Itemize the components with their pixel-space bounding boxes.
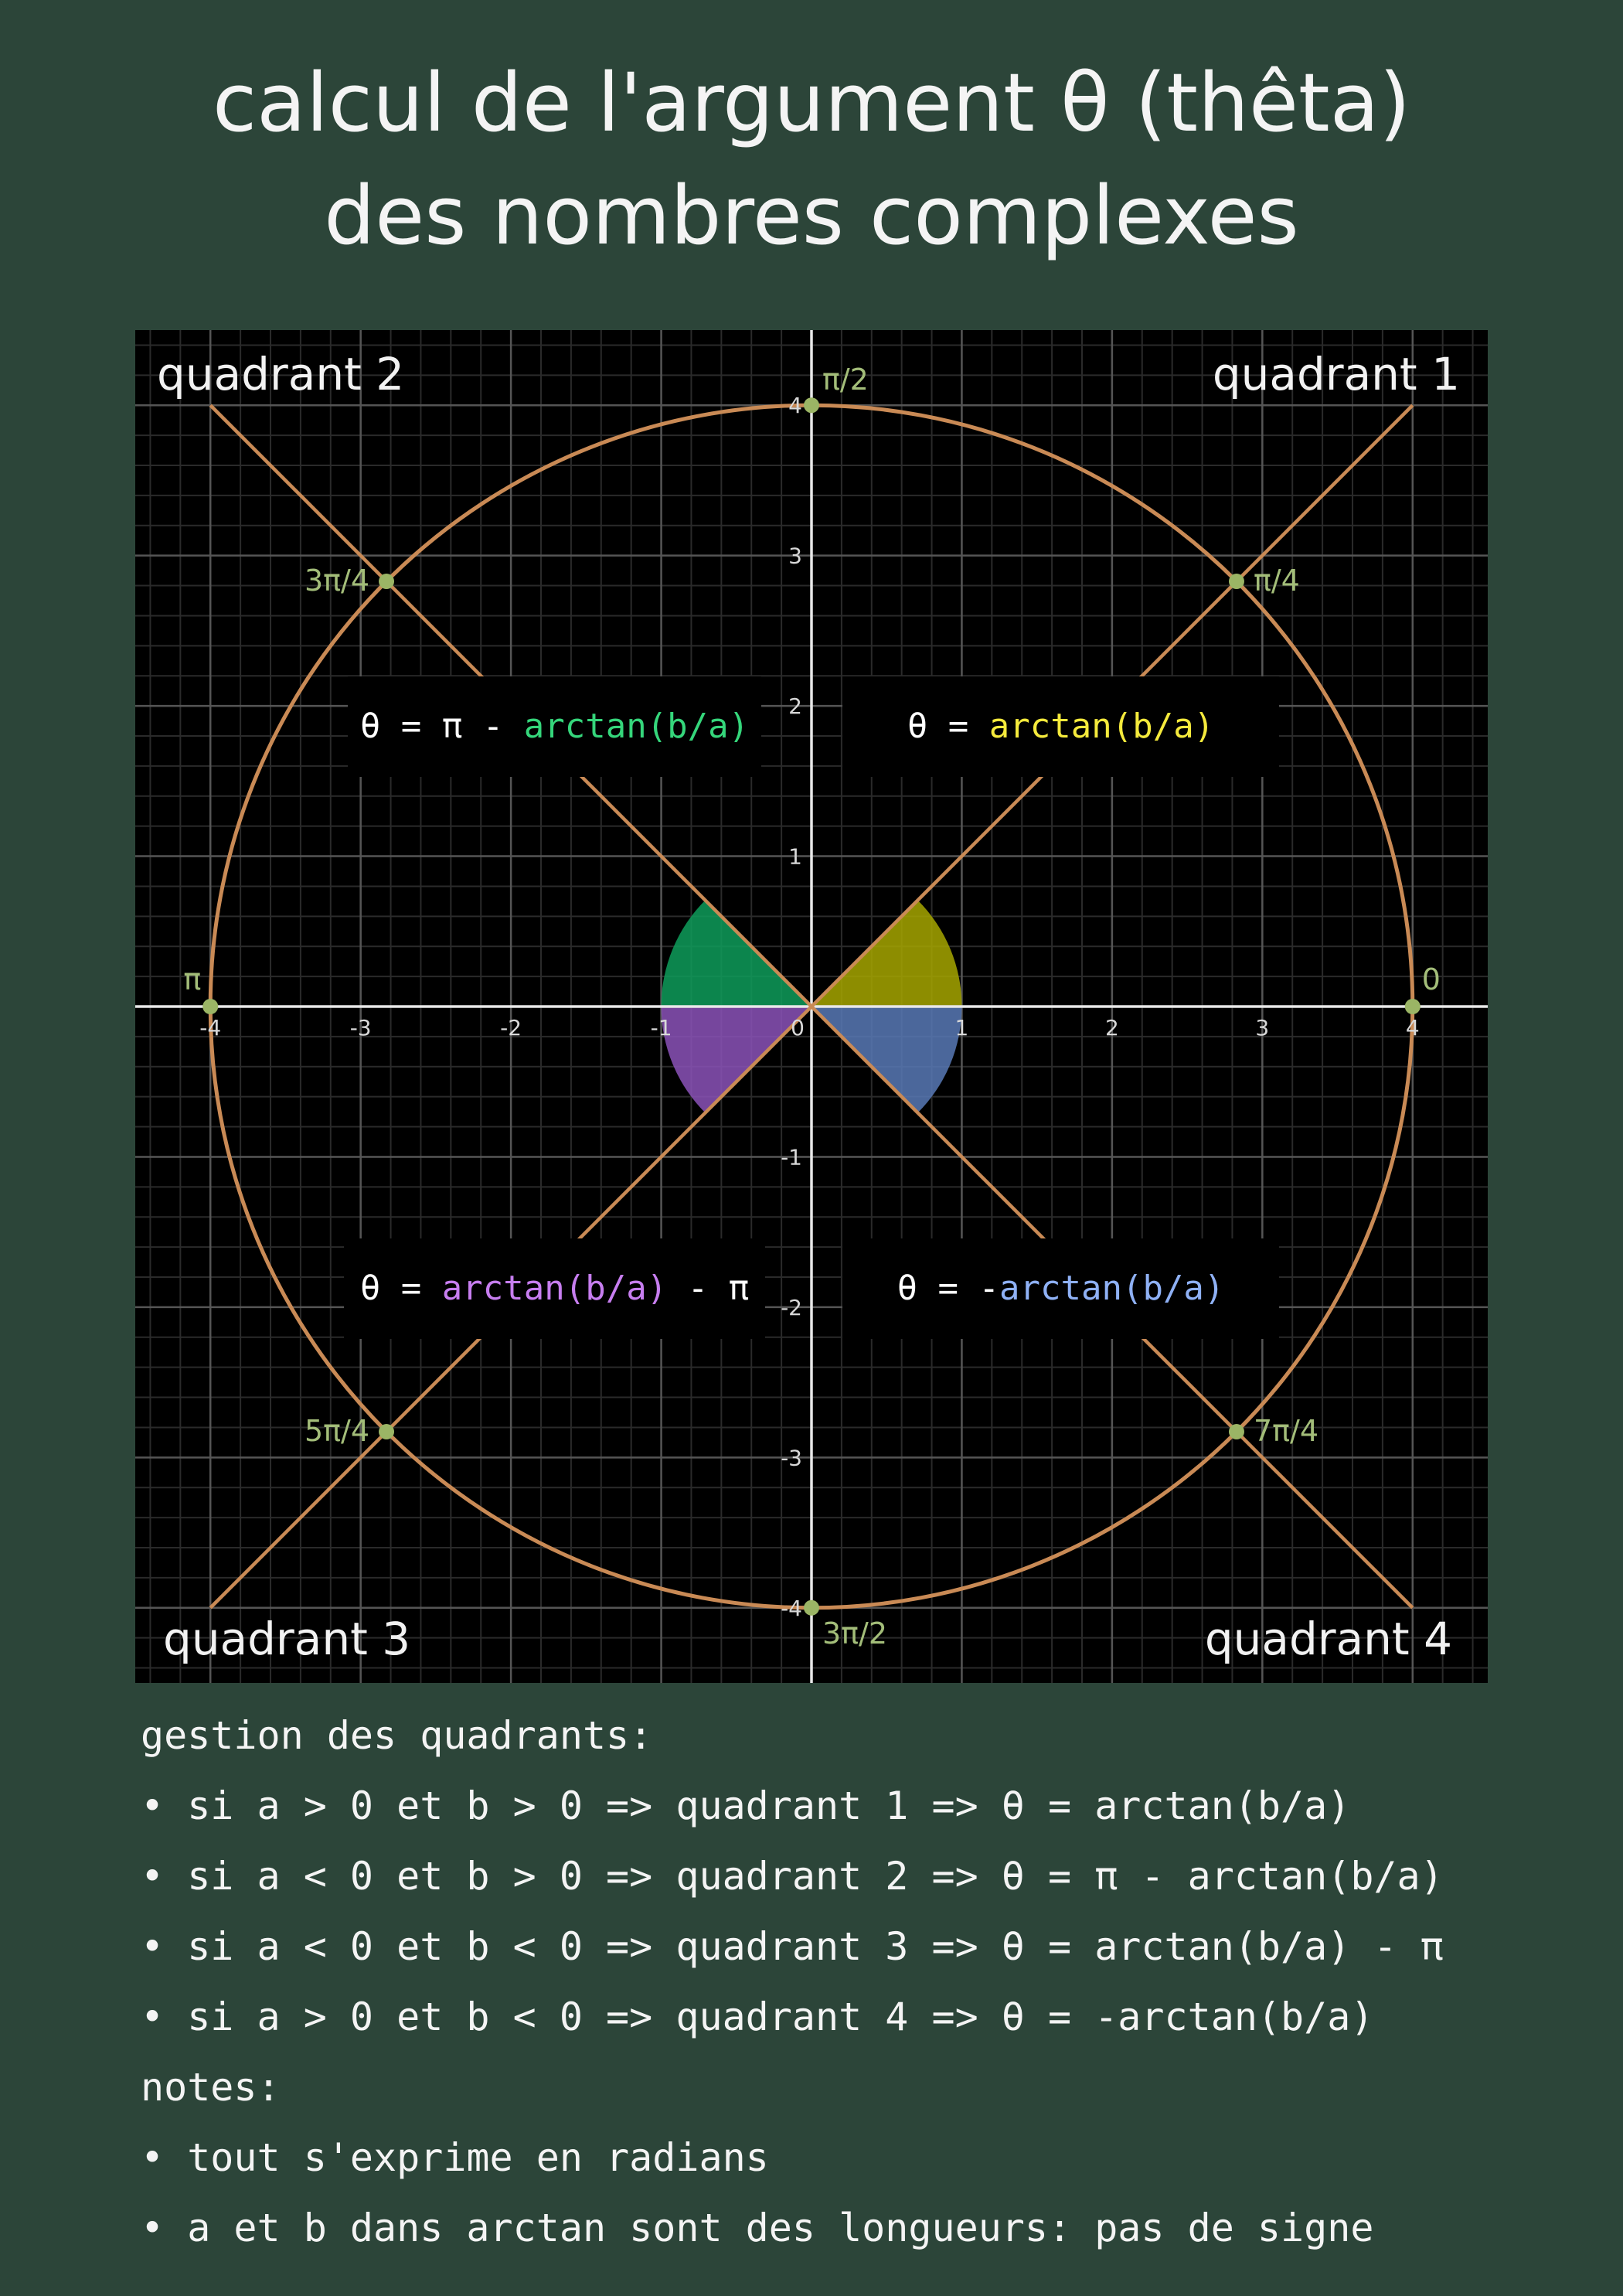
x-tick-label: 0 [791,1015,805,1041]
y-tick-label: 3 [788,543,802,569]
angle-label: 3π/4 [305,564,369,598]
x-tick-label: -2 [500,1015,522,1041]
notes-heading: notes: [141,2065,281,2110]
x-tick-label: 1 [955,1015,969,1041]
formula-quadrant-4: θ = -arctan(b/a) [842,1238,1279,1339]
notes-section: gestion des quadrants: • si a > 0 et b >… [141,1701,1609,2264]
formula-q3-suffix: - π [667,1269,750,1308]
x-tick-label: 4 [1406,1015,1420,1041]
x-tick-label: -4 [199,1015,221,1041]
angle-point [202,999,219,1014]
x-tick-label: 2 [1105,1015,1119,1041]
formula-q3-highlight: arctan(b/a) [441,1269,668,1308]
formula-q4-prefix: θ = - [897,1269,1000,1308]
formula-q4-highlight: arctan(b/a) [999,1269,1225,1308]
formula-quadrant-1: θ = arctan(b/a) [842,676,1279,777]
formula-q3-prefix: θ = [359,1269,442,1308]
y-tick-label: 1 [788,844,802,870]
quadrant-4-label: quadrant 4 [1204,1613,1452,1665]
angle-point [379,1423,395,1439]
title-line-2: des nombres complexes [324,169,1299,263]
angle-point [804,397,819,414]
rule-quadrant-4: • si a > 0 et b < 0 => quadrant 4 => θ =… [141,1995,1374,2039]
quadrant-2-label: quadrant 2 [157,348,405,400]
angle-label: π/2 [822,363,869,397]
formula-q2-highlight: arctan(b/a) [523,707,750,746]
y-tick-label: -1 [781,1144,802,1170]
angle-label: π [183,962,201,996]
y-tick-label: -3 [781,1445,802,1470]
note-radians: • tout s'exprime en radians [141,2135,769,2180]
y-tick-label: 4 [788,393,802,418]
angle-label: 5π/4 [305,1414,369,1448]
angle-label: π/4 [1254,564,1300,598]
page-title: calcul de l'argument θ (thêta) des nombr… [0,46,1623,272]
angle-point [1228,1423,1244,1439]
angle-point [1404,999,1421,1014]
formula-q1-highlight: arctan(b/a) [988,707,1215,746]
formula-q1-prefix: θ = [907,707,989,746]
rules-heading: gestion des quadrants: [141,1713,653,1758]
quadrant-3-label: quadrant 3 [163,1613,411,1665]
note-lengths: • a et b dans arctan sont des longueurs:… [141,2206,1374,2250]
y-tick-label: 2 [788,693,802,719]
angle-label: 3π/2 [822,1616,887,1650]
y-tick-label: -2 [781,1295,802,1320]
x-tick-label: -3 [350,1015,372,1041]
formula-quadrant-3: θ = arctan(b/a) - π [344,1238,765,1339]
y-tick-label: -4 [781,1596,802,1621]
angle-point [379,574,395,590]
angle-point [804,1599,819,1616]
formula-quadrant-2: θ = π - arctan(b/a) [348,676,761,777]
rule-quadrant-3: • si a < 0 et b < 0 => quadrant 3 => θ =… [141,1924,1444,1969]
rule-quadrant-1: • si a > 0 et b > 0 => quadrant 1 => θ =… [141,1783,1351,1828]
x-tick-label: 3 [1255,1015,1269,1041]
angle-point [1228,574,1244,590]
complex-plane-graph: -4 -3 -2 -1 0 1 2 3 4 4 3 2 1 -1 -2 -3 -4 0 π/4 π/2 3π/4 π 5π/… [135,330,1488,1683]
x-tick-label: -1 [651,1015,672,1041]
angle-label: 0 [1422,962,1441,996]
argument-diagram: -4 -3 -2 -1 0 1 2 3 4 4 3 2 1 -1 -2 -3 -4 0 π/4 π/2 3π/4 π 5π/… [135,330,1488,1683]
title-line-1: calcul de l'argument θ (thêta) [212,56,1411,150]
rule-quadrant-2: • si a < 0 et b > 0 => quadrant 2 => θ =… [141,1854,1444,1899]
quadrant-1-label: quadrant 1 [1212,348,1460,400]
angle-label: 7π/4 [1254,1414,1318,1448]
formula-q2-prefix: θ = π - [359,707,524,746]
